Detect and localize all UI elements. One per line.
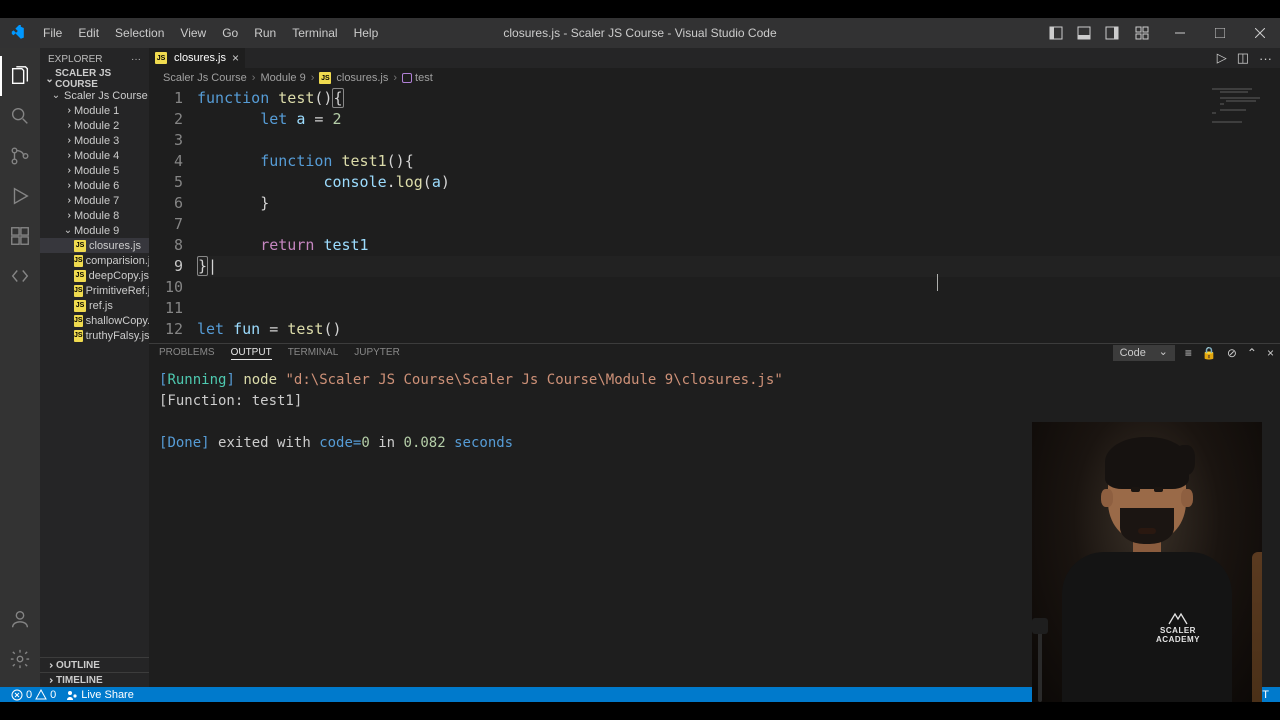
close-window-button[interactable] (1240, 18, 1280, 48)
line-gutter: 1 2 3 4 5 6 7 8 9 10 11 12 (149, 88, 197, 343)
more-actions-icon[interactable]: ··· (1259, 51, 1272, 66)
minimize-button[interactable] (1160, 18, 1200, 48)
js-file-icon: JS (319, 72, 331, 84)
accounts-icon[interactable] (0, 599, 40, 639)
list-icon[interactable]: ≡ (1185, 346, 1192, 360)
output-channel-select[interactable]: Code (1113, 345, 1175, 361)
editor-tabs: JS closures.js × ▷ ◫ ··· (149, 48, 1280, 68)
layout-secondary-sidebar-icon[interactable] (1098, 18, 1126, 48)
source-control-icon[interactable] (0, 136, 40, 176)
timeline-section[interactable]: ⌄TIMELINE (40, 672, 149, 687)
search-icon[interactable] (0, 96, 40, 136)
panel-tab-output[interactable]: OUTPUT (231, 347, 272, 360)
js-file-icon: JS (155, 52, 167, 64)
js-file-icon: JS (74, 300, 86, 312)
clear-output-icon[interactable]: ⊘ (1227, 346, 1237, 360)
folder-project[interactable]: ⌄Scaler Js Course (40, 88, 149, 103)
menu-help[interactable]: Help (346, 18, 387, 48)
code-content[interactable]: function test(){ let a = 2 function test… (197, 88, 1280, 343)
file-item[interactable]: JScomparision.js (40, 253, 149, 268)
panel-tab-terminal[interactable]: TERMINAL (288, 347, 339, 359)
js-file-icon: JS (74, 315, 83, 327)
vscode-logo (0, 25, 35, 41)
status-errors[interactable]: 0 0 (6, 689, 61, 701)
folder-module[interactable]: ⌄Module 2 (40, 118, 149, 133)
editor-tab[interactable]: JS closures.js × (149, 48, 245, 68)
chevron-up-icon[interactable]: ⌃ (1247, 346, 1257, 360)
webcam-overlay: SCALERACADEMY (1032, 422, 1262, 702)
folder-module[interactable]: ⌄Module 7 (40, 193, 149, 208)
panel-tab-problems[interactable]: PROBLEMS (159, 347, 215, 359)
run-file-icon[interactable]: ▷ (1217, 50, 1227, 66)
extensions-icon[interactable] (0, 216, 40, 256)
status-liveshare[interactable]: Live Share (61, 689, 139, 701)
js-file-icon: JS (74, 270, 86, 282)
explorer-icon[interactable] (0, 56, 40, 96)
menu-selection[interactable]: Selection (107, 18, 172, 48)
sidebar-more-icon[interactable]: ··· (131, 54, 141, 65)
file-item[interactable]: JSref.js (40, 298, 149, 313)
panel-tab-jupyter[interactable]: JUPYTER (354, 347, 400, 359)
maximize-button[interactable] (1200, 18, 1240, 48)
menu-view[interactable]: View (172, 18, 214, 48)
tab-label: closures.js (174, 52, 226, 64)
file-item[interactable]: JSPrimitiveRef.js (40, 283, 149, 298)
activity-bar (0, 48, 40, 687)
titlebar: File Edit Selection View Go Run Terminal… (0, 18, 1280, 48)
file-item[interactable]: JStruthyFalsy.js (40, 328, 149, 343)
menu-run[interactable]: Run (246, 18, 284, 48)
js-file-icon: JS (74, 330, 83, 342)
breadcrumb[interactable]: Scaler Js Course› Module 9› JS closures.… (149, 68, 1280, 88)
menu-edit[interactable]: Edit (70, 18, 107, 48)
code-editor[interactable]: 1 2 3 4 5 6 7 8 9 10 11 12 function test… (149, 88, 1280, 343)
folder-module-open[interactable]: ⌄Module 9 (40, 223, 149, 238)
scaler-logo: SCALERACADEMY (1142, 610, 1214, 646)
file-item[interactable]: JSclosures.js (40, 238, 149, 253)
layout-primary-sidebar-icon[interactable] (1042, 18, 1070, 48)
folder-module[interactable]: ⌄Module 1 (40, 103, 149, 118)
file-item[interactable]: JSdeepCopy.js (40, 268, 149, 283)
folder-module[interactable]: ⌄Module 8 (40, 208, 149, 223)
js-file-icon: JS (74, 285, 83, 297)
run-debug-icon[interactable] (0, 176, 40, 216)
workspace-root[interactable]: ⌄SCALER JS COURSE (40, 70, 149, 88)
folder-module[interactable]: ⌄Module 3 (40, 133, 149, 148)
folder-module[interactable]: ⌄Module 5 (40, 163, 149, 178)
settings-gear-icon[interactable] (0, 639, 40, 679)
customize-layout-icon[interactable] (1130, 18, 1154, 48)
explorer-sidebar: EXPLORER ··· ⌄SCALER JS COURSE ⌄Scaler J… (40, 48, 149, 687)
menu-file[interactable]: File (35, 18, 70, 48)
window-title: closures.js - Scaler JS Course - Visual … (503, 26, 776, 40)
menu-terminal[interactable]: Terminal (284, 18, 345, 48)
menu-go[interactable]: Go (214, 18, 246, 48)
close-panel-icon[interactable]: × (1267, 346, 1274, 360)
folder-module[interactable]: ⌄Module 4 (40, 148, 149, 163)
layout-panel-icon[interactable] (1070, 18, 1098, 48)
outline-section[interactable]: ⌄OUTLINE (40, 657, 149, 672)
split-editor-icon[interactable]: ◫ (1237, 50, 1249, 66)
minimap[interactable] (1212, 88, 1272, 148)
file-item[interactable]: JSshallowCopy.js (40, 313, 149, 328)
close-tab-icon[interactable]: × (232, 51, 239, 65)
text-cursor (937, 274, 938, 291)
symbol-function-icon (402, 73, 412, 83)
js-file-icon: JS (74, 240, 86, 252)
lock-scroll-icon[interactable]: 🔒 (1202, 346, 1217, 360)
remote-icon[interactable] (0, 256, 40, 296)
menu-bar: File Edit Selection View Go Run Terminal… (35, 18, 386, 48)
folder-module[interactable]: ⌄Module 6 (40, 178, 149, 193)
sidebar-header-title: EXPLORER (48, 54, 102, 65)
js-file-icon: JS (74, 255, 83, 267)
